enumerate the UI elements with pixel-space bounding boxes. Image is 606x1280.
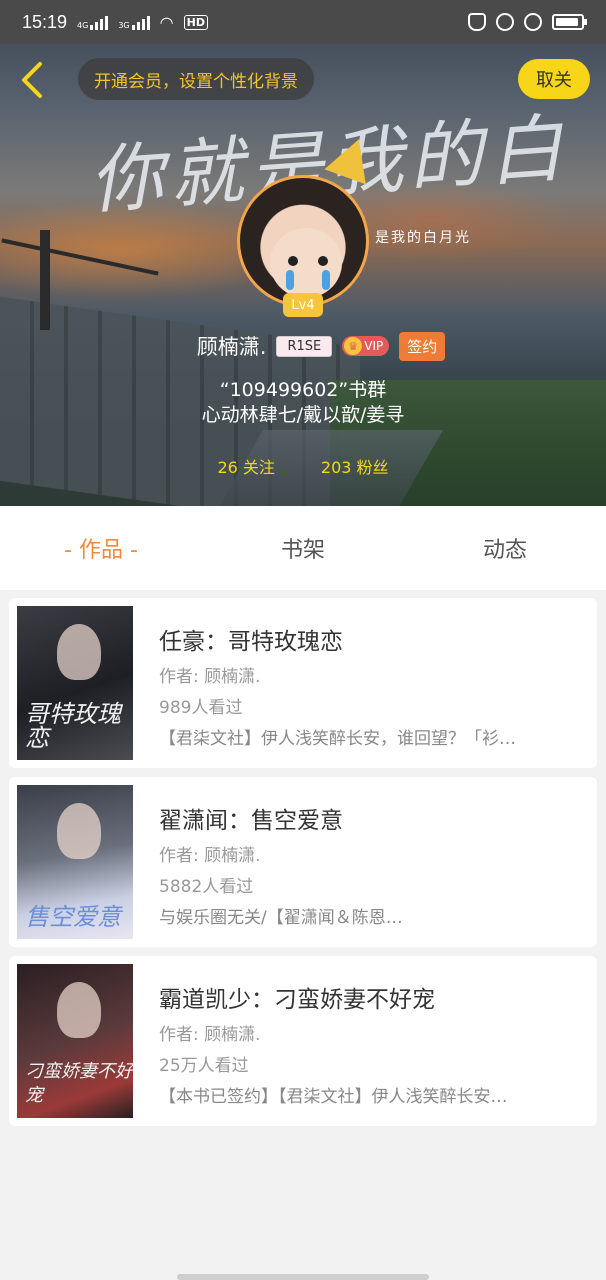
tab-works[interactable]: - 作品 - [0,506,202,590]
bio-line-2: 心动林肆七/戴以歆/姜寻 [201,404,405,426]
avatar-tear-right [322,270,330,290]
crown-icon: ♛ [344,337,363,355]
list-item[interactable]: 哥特玫瑰恋 任豪：哥特玫瑰恋 作者: 顾楠潇. 989人看过 【君柒文社】伊人浅… [9,598,597,768]
signed-badge: 签约 [399,331,446,361]
signal-icon-secondary: 3G [118,14,150,30]
cover-title: 刁蛮娇妻不好宠 [25,1061,133,1106]
level-badge: Lv4 [283,293,323,317]
profile-tabs: - 作品 - 书架 动态 [0,506,606,590]
profile-stats: 26 关注 203 粉丝 [0,454,606,478]
battery-icon [552,14,587,30]
book-title[interactable]: 翟潇闻：售空爱意 [159,801,589,835]
status-bar: 15:19 4G 3G ◠ HD [0,0,606,44]
avatar-face [270,228,342,298]
avatar-eye-right [318,256,328,266]
hd-icon: HD [183,14,208,30]
list-item[interactable]: 售空爱意 翟潇闻：售空爱意 作者: 顾楠潇. 5882人看过 与娱乐圈无关/【翟… [9,777,597,947]
status-time: 15:19 [22,11,68,32]
cover-figure [57,803,101,859]
profile-name-row: 顾楠潇. R1SE ♛ VIP 签约 [0,328,606,364]
cover-title: 哥特玫瑰恋 [25,700,121,752]
book-title[interactable]: 任豪：哥特玫瑰恋 [159,622,589,656]
mute-bell-icon [468,13,486,31]
battery-level [556,18,578,26]
crane-decoration [40,230,50,330]
alarm-icon [524,13,542,31]
wifi-icon: ◠ [159,12,174,32]
book-cover[interactable]: 刁蛮娇妻不好宠 [17,964,133,1118]
avatar-eye-left [288,256,298,266]
signal-icon: 4G [77,14,109,30]
book-title[interactable]: 霸道凯少：刁蛮娇妻不好宠 [159,980,589,1014]
book-views: 989人看过 [159,698,243,718]
unfollow-button[interactable]: 取关 [518,59,590,99]
tab-bookshelf[interactable]: 书架 [202,506,404,590]
home-indicator[interactable] [177,1274,429,1280]
chevron-left-icon [22,62,42,98]
book-views: 5882人看过 [159,877,254,897]
book-cover[interactable]: 哥特玫瑰恋 [17,606,133,760]
book-views: 25万人看过 [159,1056,249,1076]
book-description: 【君柒文社】伊人浅笑醉长安，谁回望？「衫… [159,729,516,749]
cover-figure [57,982,101,1038]
book-list: 哥特玫瑰恋 任豪：哥特玫瑰恋 作者: 顾楠潇. 989人看过 【君柒文社】伊人浅… [9,598,597,1135]
avatar-tear-left [286,270,294,290]
name-tag: R1SE [276,335,333,357]
list-item[interactable]: 刁蛮娇妻不好宠 霸道凯少：刁蛮娇妻不好宠 作者: 顾楠潇. 25万人看过 【本书… [9,956,597,1126]
vip-badge[interactable]: ♛ VIP [342,336,390,356]
vip-badge-label: VIP [364,339,384,353]
book-author: 作者: 顾楠潇. [159,1025,261,1045]
back-button[interactable] [16,60,52,100]
avatar[interactable] [237,175,369,307]
book-author: 作者: 顾楠潇. [159,667,261,687]
cover-figure [57,624,101,680]
tab-activity[interactable]: 动态 [404,506,606,590]
book-description: 与娱乐圈无关/【翟潇闻＆陈恩… [159,908,403,928]
book-cover[interactable]: 售空爱意 [17,785,133,939]
book-author: 作者: 顾楠潇. [159,846,261,866]
book-info: 任豪：哥特玫瑰恋 作者: 顾楠潇. 989人看过 【君柒文社】伊人浅笑醉长安，谁… [133,606,589,760]
book-info: 翟潇闻：售空爱意 作者: 顾楠潇. 5882人看过 与娱乐圈无关/【翟潇闻＆陈恩… [133,785,589,939]
book-description: 【本书已签约】【君柒文社】伊人浅笑醉长安… [159,1087,508,1107]
lock-rotation-icon [496,13,514,31]
vip-background-banner[interactable]: 开通会员，设置个性化背景 [78,58,314,100]
book-info: 霸道凯少：刁蛮娇妻不好宠 作者: 顾楠潇. 25万人看过 【本书已签约】【君柒文… [133,964,589,1118]
bio-line-1: “109499602”书群 [219,379,387,401]
following-count[interactable]: 26 关注 [217,454,274,478]
username: 顾楠潇. [196,335,267,359]
hero-caption: 是我的白月光 [375,230,471,246]
cover-title: 售空爱意 [25,903,121,931]
followers-count[interactable]: 203 粉丝 [321,454,389,478]
profile-bio: “109499602”书群 心动林肆七/戴以歆/姜寻 [0,378,606,428]
